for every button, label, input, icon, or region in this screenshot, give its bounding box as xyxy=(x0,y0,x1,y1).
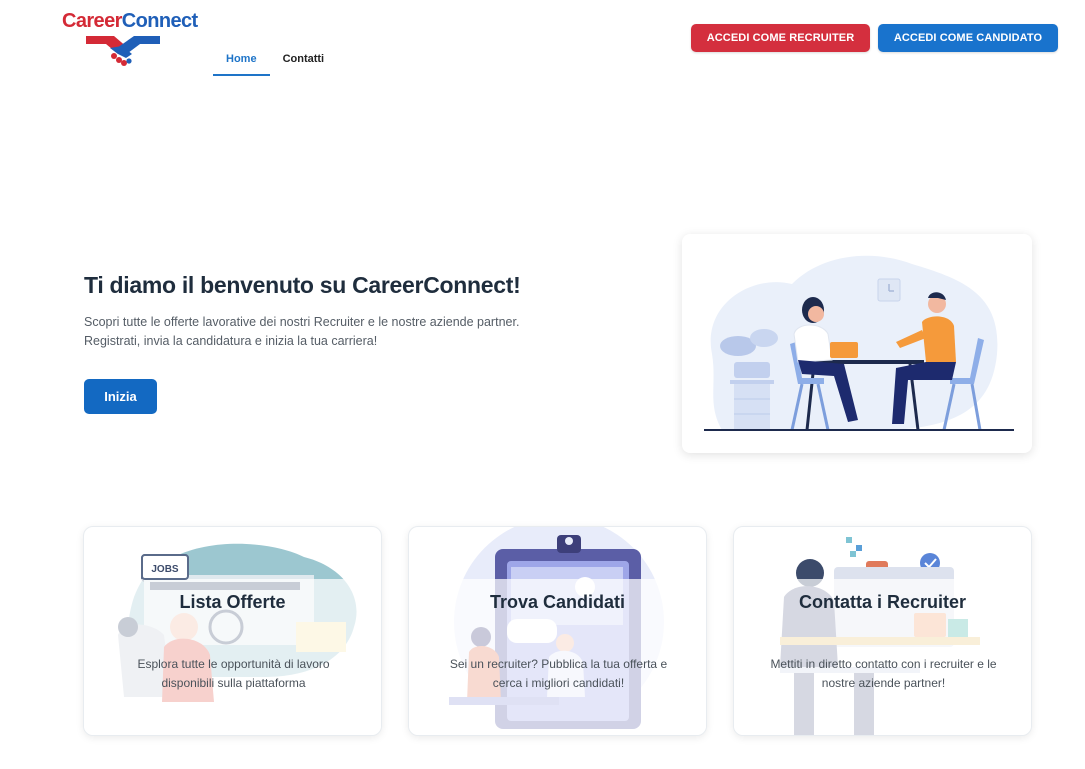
main-nav: Home Contatti xyxy=(213,50,337,76)
feature-description-line: Mettiti in diretto contatto con i recrui… xyxy=(770,657,997,671)
start-button[interactable]: Inizia xyxy=(84,379,157,414)
hero-description-line: Registrati, invia la candidatura e inizi… xyxy=(84,334,378,348)
feature-description: Esplora tutte le opportunità di lavoro d… xyxy=(104,655,363,693)
nav-home[interactable]: Home xyxy=(213,50,270,76)
feature-title: Trova Candidati xyxy=(489,592,626,612)
interview-illustration xyxy=(704,255,1014,431)
feature-card-trova-candidati[interactable]: Trova Candidati Sei un recruiter? Pubbli… xyxy=(408,526,707,736)
feature-description-line: nostre aziende partner! xyxy=(821,676,946,690)
logo-connect-text: Connect xyxy=(121,10,198,32)
login-recruiter-button[interactable]: ACCEDI COME RECRUITER xyxy=(691,24,870,52)
logo-career-text: Career xyxy=(62,10,122,32)
login-candidate-button[interactable]: ACCEDI COME CANDIDATO xyxy=(878,24,1058,52)
feature-card-lista-offerte[interactable]: JOBS Lista Offerte Esplora tutte le oppo… xyxy=(83,526,382,736)
feature-title: Lista Offerte xyxy=(179,592,286,612)
feature-description-line: Sei un recruiter? Pubblica la tua offert… xyxy=(449,657,668,671)
brand-logo[interactable]: CareerConnect xyxy=(62,10,198,70)
handshake-icon xyxy=(86,36,160,66)
feature-description-line: disponibili sulla piattaforma xyxy=(161,676,306,690)
nav-contatti[interactable]: Contatti xyxy=(270,50,338,76)
feature-description: Mettiti in diretto contatto con i recrui… xyxy=(754,655,1013,693)
hero-description: Scopri tutte le offerte lavorative dei n… xyxy=(84,313,584,351)
feature-description-line: Esplora tutte le opportunità di lavoro xyxy=(137,657,330,671)
feature-description-line: cerca i migliori candidati! xyxy=(492,676,625,690)
hero-illustration-card xyxy=(682,234,1032,453)
feature-description: Sei un recruiter? Pubblica la tua offert… xyxy=(429,655,688,693)
feature-card-contatta-recruiter[interactable]: Contatta i Recruiter Mettiti in diretto … xyxy=(733,526,1032,736)
hero-description-line: Scopri tutte le offerte lavorative dei n… xyxy=(84,315,520,329)
hero-title: Ti diamo il benvenuto su CareerConnect! xyxy=(84,272,521,298)
feature-title: Contatta i Recruiter xyxy=(798,592,967,612)
